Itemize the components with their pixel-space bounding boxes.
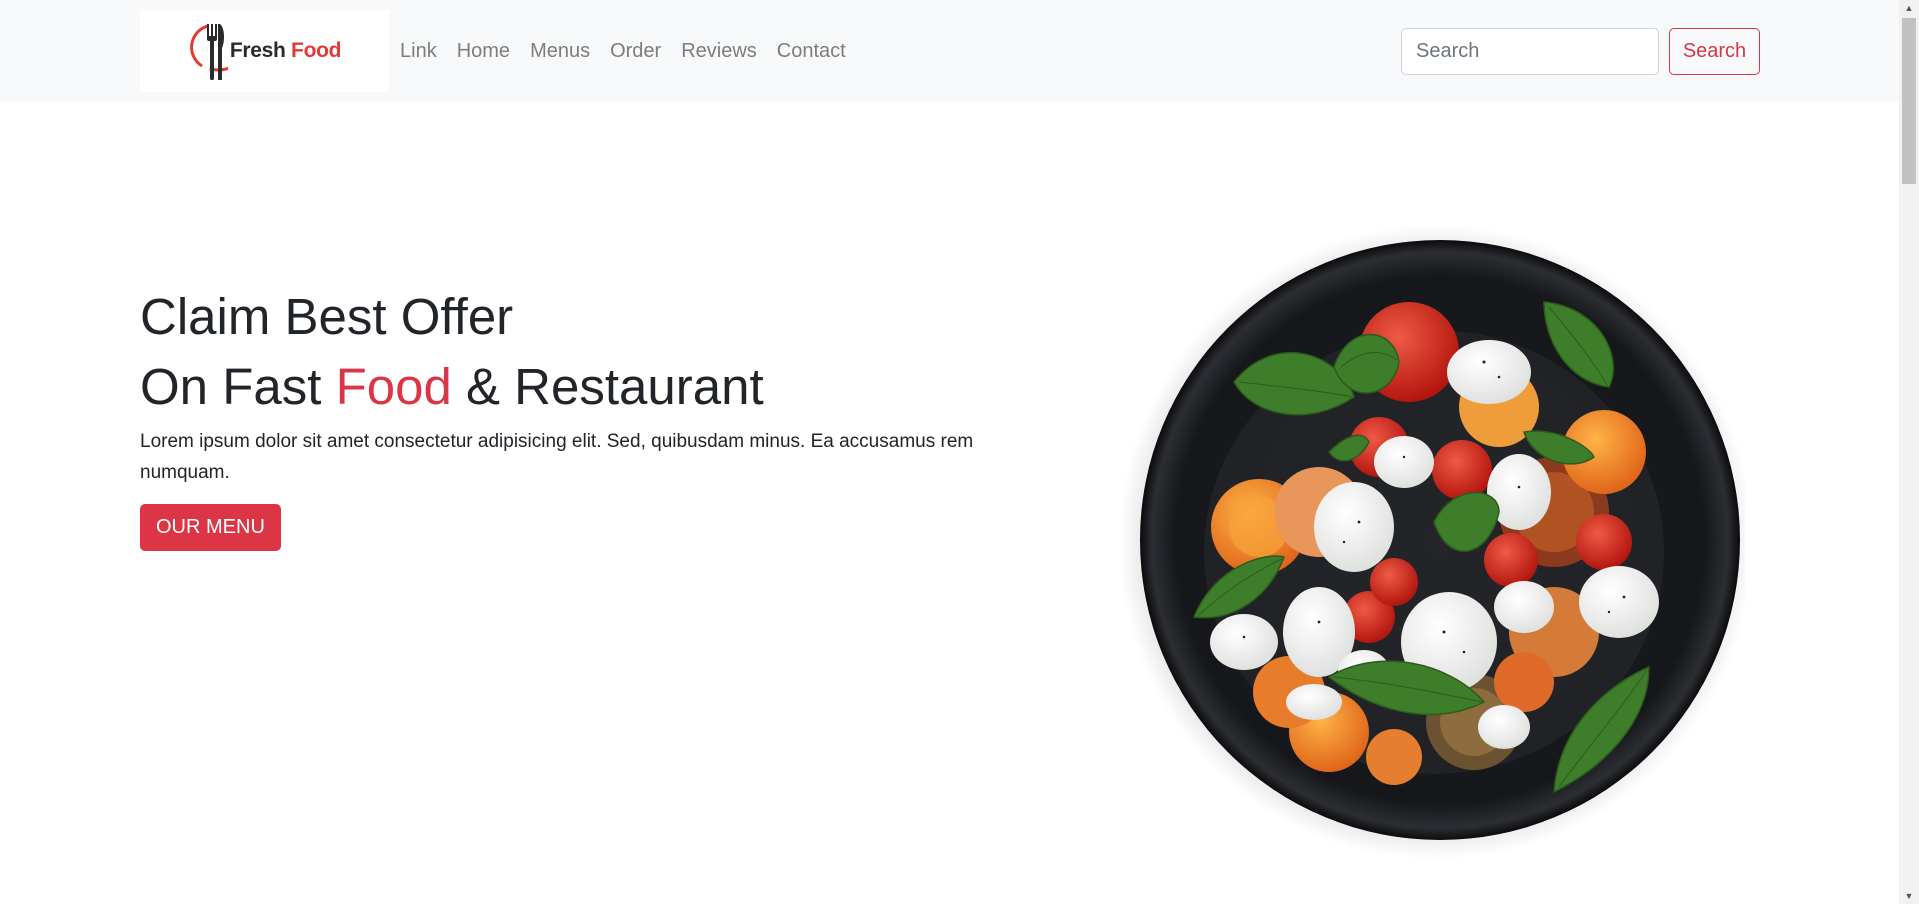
fork-knife-icon (189, 24, 228, 80)
hero-title-line2-suffix: & Restaurant (451, 358, 764, 415)
brand-logo-link[interactable]: Fresh Food (140, 10, 389, 92)
page-scrollbar[interactable]: ▲ ▼ (1899, 0, 1919, 904)
search-button[interactable]: Search (1669, 28, 1760, 75)
nav-link-order[interactable]: Order (600, 40, 671, 63)
hero-title-line1: Claim Best Offer (140, 288, 514, 345)
our-menu-button[interactable]: OUR MENU (140, 504, 281, 551)
hero-title: Claim Best Offer On Fast Food & Restaura… (140, 282, 1020, 422)
search-input[interactable] (1401, 28, 1659, 75)
nav-links: Link Home Menus Order Reviews Contact (390, 0, 856, 102)
scroll-down-arrow-icon[interactable]: ▼ (1899, 888, 1919, 904)
navbar: Fresh Food Link Home Menus Order Reviews… (0, 0, 1899, 102)
page: Fresh Food Link Home Menus Order Reviews… (0, 0, 1919, 904)
hero-title-accent: Food (335, 358, 452, 415)
hero-description: Lorem ipsum dolor sit amet consectetur a… (140, 431, 974, 483)
nav-link-menus[interactable]: Menus (520, 40, 600, 63)
nav-link-reviews[interactable]: Reviews (671, 40, 767, 63)
scrollbar-thumb[interactable] (1902, 18, 1916, 184)
nav-link-home[interactable]: Home (447, 40, 520, 63)
brand-word-fresh: Fresh (229, 39, 286, 62)
hero-title-line2-prefix: On Fast (140, 358, 336, 415)
hero-section: Claim Best Offer On Fast Food & Restaura… (140, 282, 1020, 551)
brand-word-food: Food (291, 39, 342, 62)
nav-link-link[interactable]: Link (390, 40, 447, 63)
salad-plate-image (1104, 222, 1745, 861)
scroll-up-arrow-icon[interactable]: ▲ (1899, 0, 1919, 16)
brand-logo: Fresh Food (188, 20, 341, 82)
nav-link-contact[interactable]: Contact (767, 40, 856, 63)
